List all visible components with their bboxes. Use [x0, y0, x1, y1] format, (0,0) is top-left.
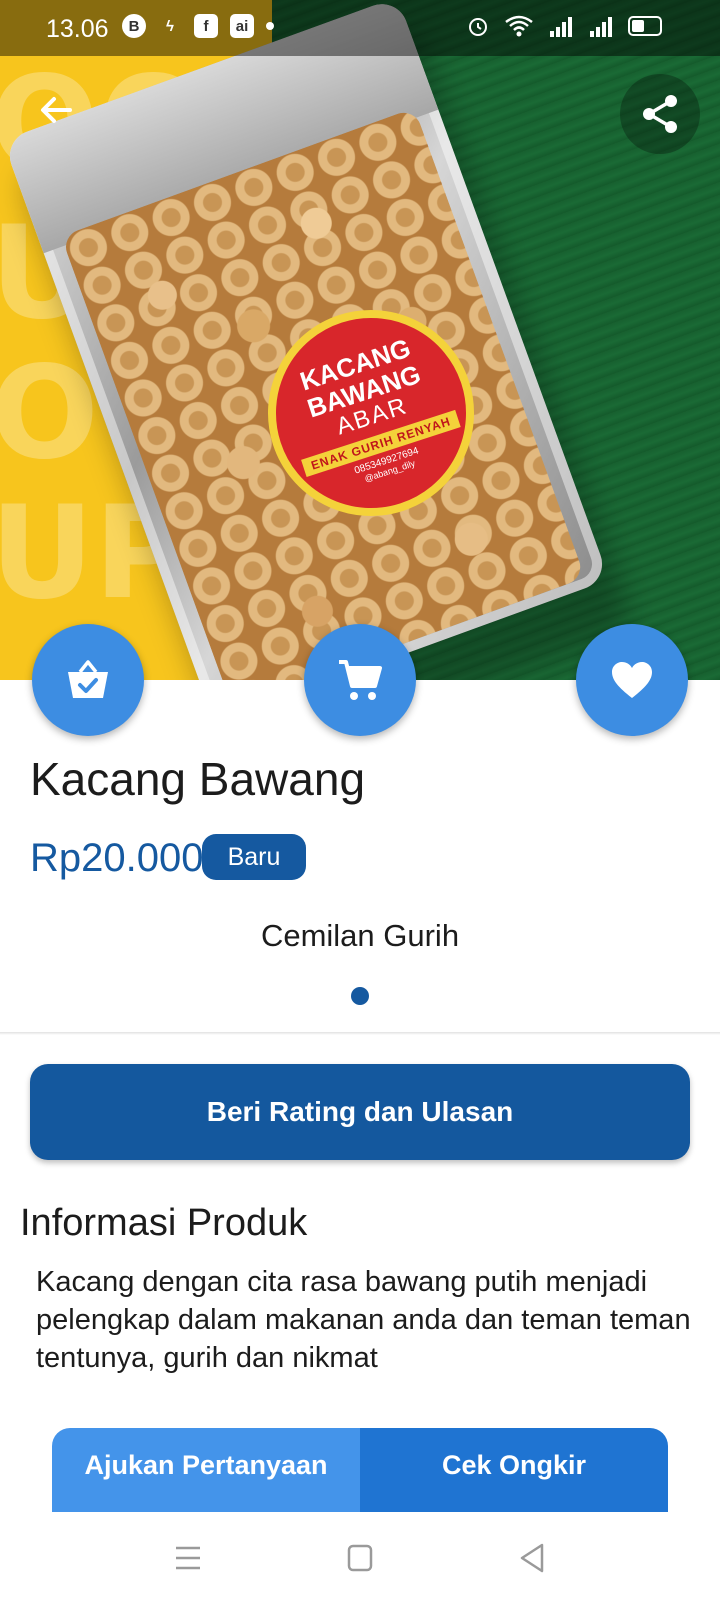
section-title: Informasi Produk	[20, 1202, 308, 1244]
buy-now-button[interactable]	[32, 624, 144, 736]
system-nav-bar	[0, 1512, 720, 1600]
messenger-icon: ϟ	[166, 17, 174, 35]
add-to-cart-button[interactable]	[304, 624, 416, 736]
rate-review-button[interactable]: Beri Rating dan Ulasan	[30, 1064, 690, 1160]
back-button[interactable]	[28, 82, 84, 138]
heart-icon	[612, 662, 652, 698]
signal-icon	[550, 17, 572, 37]
divider	[0, 1032, 720, 1035]
ask-question-button[interactable]: Ajukan Pertanyaan	[52, 1428, 360, 1514]
page-indicator-dot	[351, 987, 369, 1005]
battery-icon	[628, 16, 662, 36]
system-icons	[466, 14, 662, 38]
product-price: Rp20.000	[30, 836, 204, 880]
favorite-button[interactable]	[576, 624, 688, 736]
product-description: Kacang dengan cita rasa bawang putih men…	[36, 1266, 691, 1374]
cart-icon	[339, 660, 382, 700]
arrow-left-icon	[41, 97, 72, 123]
alarm-icon	[469, 18, 487, 36]
menu-icon	[176, 1546, 200, 1570]
nav-back-button[interactable]	[512, 1538, 552, 1578]
check-shipping-button[interactable]: Cek Ongkir	[360, 1428, 668, 1514]
basket-check-icon	[68, 660, 108, 698]
facebook-icon: f	[194, 14, 218, 38]
triangle-back-icon	[520, 1543, 544, 1573]
share-button[interactable]	[620, 74, 700, 154]
home-button[interactable]	[340, 1538, 380, 1578]
notification-icons: B ϟ f ai	[122, 14, 274, 38]
status-bar: 13.06 B ϟ f ai	[0, 0, 720, 56]
square-home-icon	[347, 1544, 373, 1572]
ai-icon: ai	[230, 14, 254, 38]
product-image[interactable]: OOD UPER OOD UPER KACANG BAWANG ABAR ENA…	[0, 0, 720, 680]
bottom-action-bar: Ajukan Pertanyaan Cek Ongkir	[52, 1428, 668, 1514]
wifi-icon	[505, 15, 533, 37]
b-circle-icon: B	[122, 14, 146, 38]
share-icon	[643, 95, 677, 133]
menu-button[interactable]	[168, 1538, 208, 1578]
signal-icon	[590, 17, 612, 37]
dot-icon	[266, 22, 274, 30]
product-category: Cemilan Gurih	[260, 918, 460, 953]
condition-badge: Baru	[202, 834, 306, 880]
status-time: 13.06	[46, 15, 109, 43]
product-name: Kacang Bawang	[30, 753, 366, 805]
